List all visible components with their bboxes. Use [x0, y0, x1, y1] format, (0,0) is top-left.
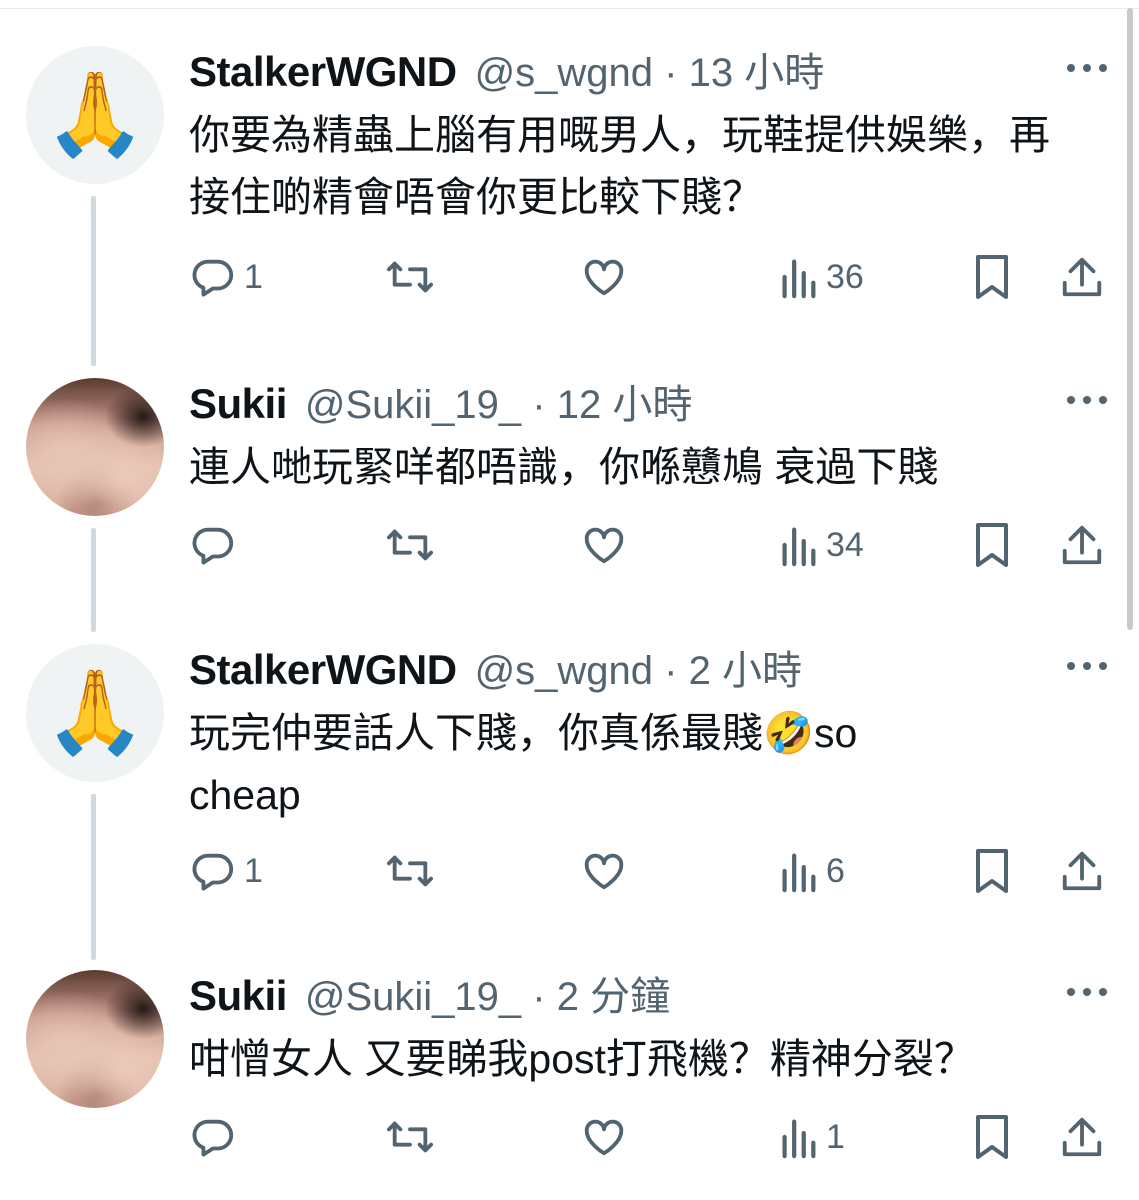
handle-and-time[interactable]: @Sukii_19_ · 12 小時 — [305, 372, 692, 430]
action-bar: 1 6 — [0, 846, 1139, 896]
share-button[interactable] — [1060, 846, 1104, 896]
more-icon[interactable] — [1067, 972, 1107, 1012]
share-button[interactable] — [1060, 252, 1104, 302]
views-icon — [782, 1119, 816, 1159]
share-button[interactable] — [1060, 520, 1104, 570]
tweet[interactable]: 🙏 StalkerWGND @s_wgnd · 2 小時 玩完仲要話人下賤，你真… — [0, 638, 1139, 960]
more-icon[interactable] — [1067, 380, 1107, 420]
bookmark-button[interactable] — [972, 252, 1012, 302]
action-bar: 1 36 — [0, 252, 1139, 302]
retweet-icon — [386, 261, 433, 293]
bookmark-button[interactable] — [972, 1112, 1012, 1162]
display-name[interactable]: Sukii — [189, 972, 287, 1020]
bookmark-button[interactable] — [972, 520, 1012, 570]
tweet-text: 連人哋玩緊咩都唔識，你喺戇鳩 衰過下賤 — [189, 444, 939, 490]
tweet-text: 玩完仲要話人下賤，你真係最賤🤣so cheap — [189, 710, 858, 818]
views-icon — [782, 259, 816, 299]
avatar[interactable] — [26, 378, 164, 516]
views-button[interactable]: 34 — [778, 520, 864, 570]
retweet-button[interactable] — [384, 520, 436, 570]
share-icon — [1062, 257, 1102, 297]
tweet-text: 咁憎女人 又要睇我post打飛機？精神分裂？ — [189, 1036, 975, 1082]
reply-icon — [192, 527, 234, 565]
retweet-icon — [386, 855, 433, 887]
avatar[interactable] — [26, 970, 164, 1108]
reply-count: 1 — [244, 851, 263, 890]
retweet-icon — [386, 1121, 433, 1153]
views-icon — [782, 527, 816, 567]
like-button[interactable] — [580, 846, 628, 896]
share-icon — [1062, 525, 1102, 565]
retweet-button[interactable] — [384, 1112, 436, 1162]
views-button[interactable]: 36 — [778, 252, 864, 302]
handle-and-time[interactable]: @s_wgnd · 2 小時 — [475, 638, 802, 696]
display-name[interactable]: StalkerWGND — [189, 646, 457, 694]
reply-count: 1 — [244, 257, 263, 296]
action-bar: 1 — [0, 1112, 1139, 1162]
heart-icon — [584, 527, 624, 564]
more-icon[interactable] — [1067, 48, 1107, 88]
avatar[interactable]: 🙏 — [26, 644, 164, 782]
reply-icon — [192, 853, 234, 891]
reply-button[interactable] — [190, 1112, 244, 1162]
reply-button[interactable]: 1 — [190, 252, 263, 302]
folded-hands-icon: 🙏 — [43, 69, 147, 160]
tweet-header: Sukii @Sukii_19_ · 2 分鐘 — [189, 964, 670, 1024]
more-icon[interactable] — [1067, 646, 1107, 686]
tweet[interactable]: Sukii @Sukii_19_ · 2 分鐘 咁憎女人 又要睇我post打飛機… — [0, 964, 1139, 1200]
reply-button[interactable] — [190, 520, 244, 570]
share-icon — [1062, 1117, 1102, 1157]
like-button[interactable] — [580, 252, 628, 302]
tweet-header: StalkerWGND @s_wgnd · 13 小時 — [189, 40, 824, 100]
bookmark-button[interactable] — [972, 846, 1012, 896]
tweet[interactable]: Sukii @Sukii_19_ · 12 小時 連人哋玩緊咩都唔識，你喺戇鳩 … — [0, 372, 1139, 632]
retweet-button[interactable] — [384, 846, 436, 896]
top-divider — [0, 0, 1139, 9]
heart-icon — [584, 853, 624, 890]
tweet-header: Sukii @Sukii_19_ · 12 小時 — [189, 372, 692, 432]
views-button[interactable]: 6 — [778, 846, 845, 896]
tweet[interactable]: 🙏 StalkerWGND @s_wgnd · 13 小時 你要為精蟲上腦有用嘅… — [0, 40, 1139, 366]
views-count: 34 — [826, 525, 864, 564]
retweet-button[interactable] — [384, 252, 436, 302]
heart-icon — [584, 1119, 624, 1156]
action-bar: 34 — [0, 520, 1139, 570]
avatar[interactable]: 🙏 — [26, 46, 164, 184]
handle-and-time[interactable]: @Sukii_19_ · 2 分鐘 — [305, 964, 670, 1022]
like-button[interactable] — [580, 1112, 628, 1162]
retweet-icon — [386, 529, 433, 561]
heart-icon — [584, 259, 624, 296]
display-name[interactable]: Sukii — [189, 380, 287, 428]
share-icon — [1062, 851, 1102, 891]
tweet-header: StalkerWGND @s_wgnd · 2 小時 — [189, 638, 802, 698]
folded-hands-icon: 🙏 — [43, 667, 147, 758]
display-name[interactable]: StalkerWGND — [189, 48, 457, 96]
bookmark-icon — [976, 1115, 1008, 1159]
reply-icon — [192, 259, 234, 297]
views-button[interactable]: 1 — [778, 1112, 845, 1162]
bookmark-icon — [976, 523, 1008, 567]
views-count: 1 — [826, 1117, 845, 1156]
reply-button[interactable]: 1 — [190, 846, 263, 896]
handle-and-time[interactable]: @s_wgnd · 13 小時 — [475, 40, 825, 98]
like-button[interactable] — [580, 520, 628, 570]
views-count: 6 — [826, 851, 845, 890]
bookmark-icon — [976, 849, 1008, 893]
share-button[interactable] — [1060, 1112, 1104, 1162]
reply-thread: 🙏 StalkerWGND @s_wgnd · 13 小時 你要為精蟲上腦有用嘅… — [0, 0, 1139, 1200]
bookmark-icon — [976, 255, 1008, 299]
views-icon — [782, 853, 816, 893]
tweet-text: 你要為精蟲上腦有用嘅男人，玩鞋提供娛樂，再接住啲精會唔會你更比較下賤？ — [189, 112, 1050, 220]
views-count: 36 — [826, 257, 864, 296]
reply-icon — [192, 1119, 234, 1157]
